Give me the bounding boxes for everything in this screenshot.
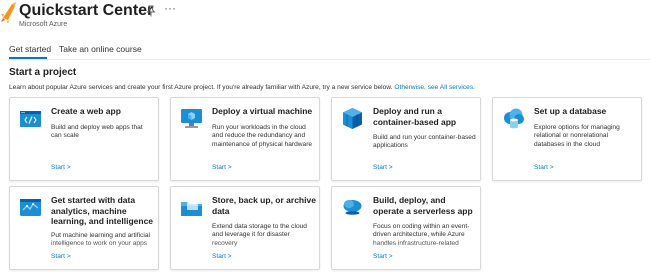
card-title: Create a web app [51,106,121,116]
start-link[interactable]: Start > [51,253,71,260]
section-title: Start a project [9,67,77,78]
tab-get-started[interactable]: Get started [9,44,51,54]
card-title: Deploy a virtual machine [212,106,313,116]
machine-learning-icon [20,199,41,216]
card-description: Explore options for managing relational … [534,124,620,148]
more-options-icon[interactable]: ··· [164,1,176,15]
card-create-web-app[interactable]: Create a web app Build and deploy web ap… [9,97,159,181]
start-link[interactable]: Start > [51,164,71,171]
card-storage[interactable]: Store, back up, or archive data Extend d… [170,186,320,270]
card-title: Store, back up, or archive data [212,195,316,216]
card-database[interactable]: Set up a database Explore options for ma… [492,97,642,181]
card-description: Build and deploy web apps that can scale [51,124,143,140]
page-title: Quickstart Center [19,2,154,19]
tab-online-course[interactable]: Take an online course [59,44,142,54]
rocket-icon [1,2,16,24]
database-icon [504,108,524,129]
start-link[interactable]: Start > [373,164,393,171]
page-subtitle: Microsoft Azure [19,21,68,28]
card-deploy-vm[interactable]: Deploy a virtual machine Run your worklo… [170,97,320,181]
card-title: Set up a database [534,106,607,116]
storage-icon [181,200,202,216]
tab-divider [9,59,650,60]
container-icon [343,108,362,129]
section-description-text: Learn about popular Azure services and c… [9,84,393,91]
start-link[interactable]: Start > [373,253,393,260]
card-description: Build and run your container-based appli… [373,134,476,150]
start-link[interactable]: Start > [212,164,232,171]
card-title: Deploy and run a container-based app [373,106,457,127]
card-data-analytics[interactable]: Get started with data analytics, machine… [9,186,159,270]
start-link[interactable]: Start > [212,253,232,260]
start-link[interactable]: Start > [534,164,554,171]
serverless-icon [343,200,362,215]
pin-icon[interactable] [146,5,156,17]
card-container-app[interactable]: Deploy and run a container-based app Bui… [331,97,481,181]
section-description: Learn about popular Azure services and c… [9,84,475,91]
card-serverless[interactable]: Build, deploy, and operate a serverless … [331,186,481,270]
card-description: Run your workloads in the cloud and redu… [212,124,313,148]
web-app-icon [20,111,41,127]
card-title: Get started with data analytics, machine… [51,195,154,226]
page-header: Quickstart Center ··· Microsoft Azure [0,0,650,36]
virtual-machine-icon [181,109,202,128]
all-services-link[interactable]: Otherwise, see All services. [394,84,475,91]
card-title: Build, deploy, and operate a serverless … [373,195,473,216]
